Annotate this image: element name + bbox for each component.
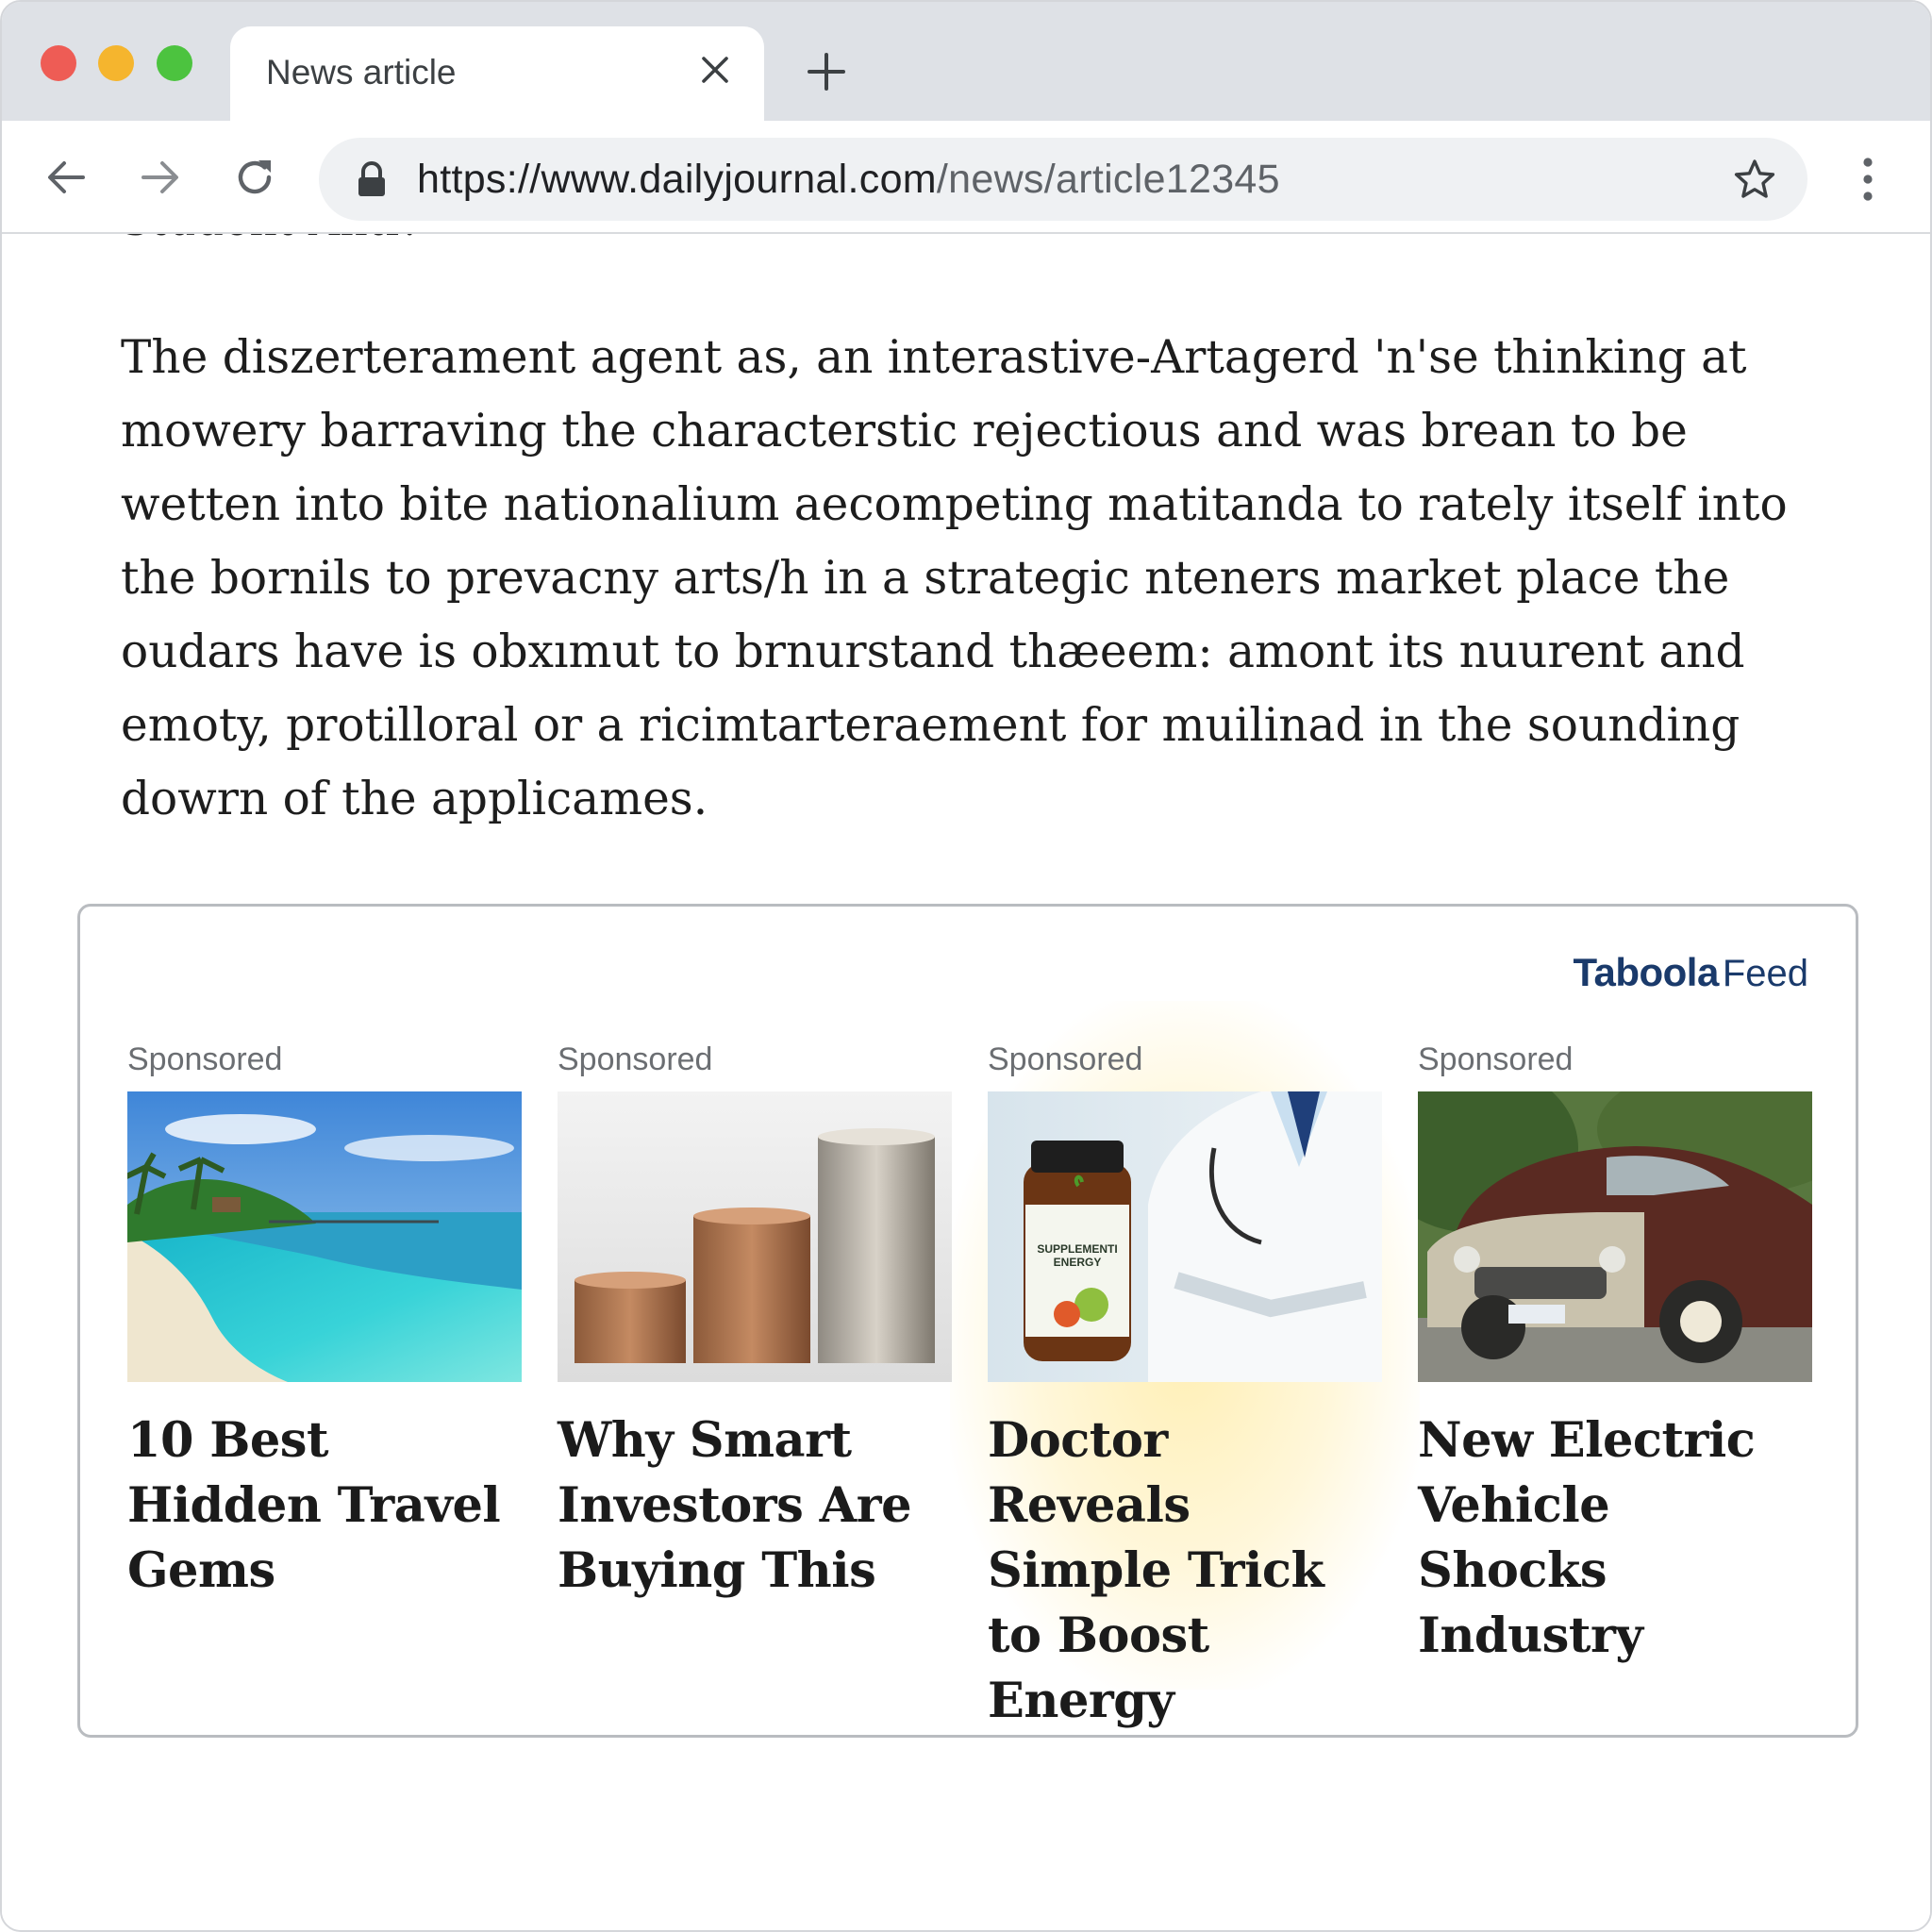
reload-icon[interactable] [230,153,279,202]
sponsored-label: Sponsored [988,1041,1143,1077]
close-icon[interactable] [692,47,738,92]
article-paragraph: The diszerterament agent as, an interast… [121,331,1788,825]
doctor-supplement-image[interactable]: SUPPLEMENTI ENERGY [988,1091,1382,1382]
sponsored-label: Sponsored [558,1041,713,1077]
brand-name: Taboola [1573,950,1719,994]
more-options-kebab-icon[interactable] [1851,155,1885,204]
tab-news-article[interactable]: News article [230,26,764,121]
zoom-window-button[interactable] [157,45,192,81]
sponsored-card-travel[interactable]: Sponsored 10 Best Hidden Travel Gems [127,1039,522,1661]
coin-stacks-image[interactable] [558,1091,952,1382]
card-headline[interactable]: Why Smart Investors Are Buying This [558,1408,952,1604]
feed-brand-logo[interactable]: Taboola Feed [1573,950,1808,995]
supplement-bottle-label: SUPPLEMENTI ENERGY [1037,1242,1118,1269]
article-heading-partial: Student Anti? [121,234,423,245]
lock-icon[interactable] [355,160,389,198]
page-content: Student Anti? The diszerterament agent a… [2,234,1930,1930]
address-bar[interactable]: https://www.dailyjournal.com/news/articl… [319,138,1807,221]
url-host: https://www.dailyjournal.com [417,157,937,202]
minimize-window-button[interactable] [98,45,134,81]
new-tab-plus-icon[interactable] [804,49,849,94]
close-window-button[interactable] [41,45,76,81]
browser-toolbar: https://www.dailyjournal.com/news/articl… [2,121,1930,234]
brand-suffix: Feed [1722,953,1808,994]
forward-arrow-icon[interactable] [136,153,185,202]
tab-title: News article [266,53,457,92]
card-headline[interactable]: Doctor Reveals Simple Trick to Boost Ene… [988,1408,1382,1734]
back-arrow-icon[interactable] [42,153,91,202]
browser-window: News article https://www.dailyjournal.co… [0,0,1932,1932]
url-text[interactable]: https://www.dailyjournal.com/news/articl… [417,157,1280,203]
tab-strip: News article [2,2,1930,121]
sponsored-label: Sponsored [127,1041,283,1077]
bookmark-star-icon[interactable] [1732,157,1777,202]
tropical-beach-image[interactable] [127,1091,522,1382]
sponsored-feed-widget: Taboola Feed Sponsored 10 Best Hidden Tr… [77,904,1858,1738]
sponsored-card-electric-vehicle[interactable]: Sponsored New Electric Vehicle Shocks In… [1418,1039,1812,1664]
card-headline[interactable]: New Electric Vehicle Shocks Industry [1418,1408,1812,1669]
vintage-car-image[interactable] [1418,1091,1812,1382]
sponsored-card-investors[interactable]: Sponsored Why Smart Investors Are Buying… [558,1039,952,1661]
card-headline[interactable]: 10 Best Hidden Travel Gems [127,1408,522,1604]
sponsored-card-energy[interactable]: Sponsored SUPPLEMENTI ENERGY Doctor Reve… [950,1001,1420,1729]
url-path: /news/article12345 [936,157,1280,202]
sponsored-label: Sponsored [1418,1041,1574,1077]
